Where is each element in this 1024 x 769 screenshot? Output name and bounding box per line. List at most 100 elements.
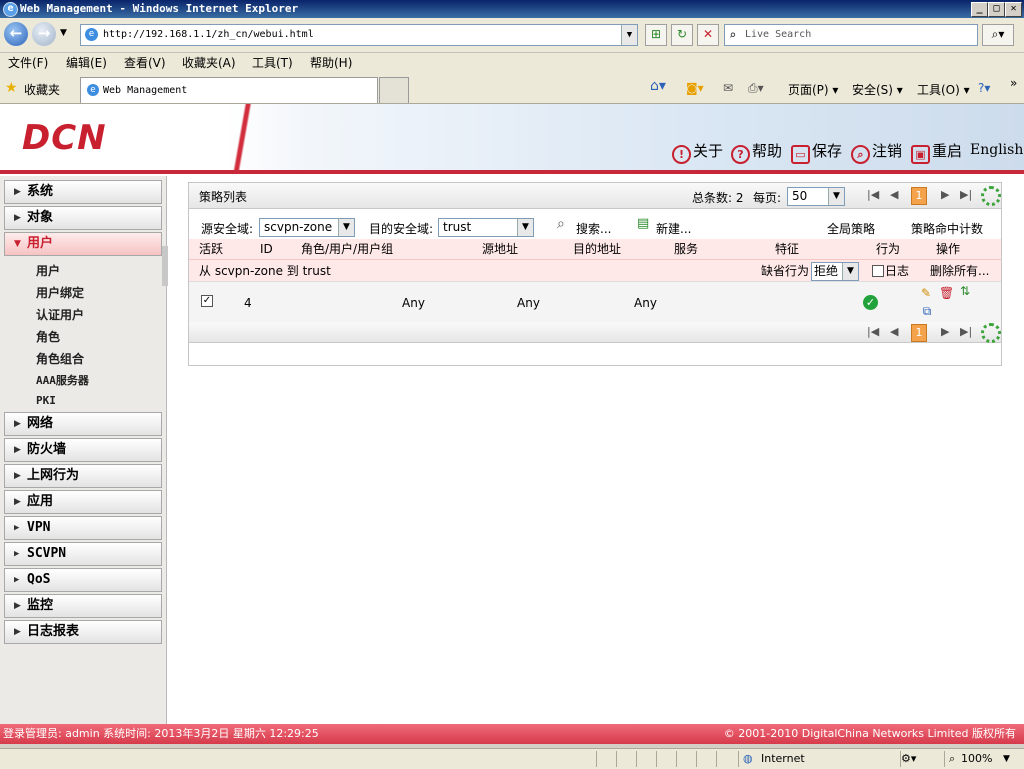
last-page-icon[interactable]: ▶|	[960, 325, 972, 338]
home-icon[interactable]: ⌂▾	[650, 78, 666, 94]
move-icon[interactable]: ⇅	[958, 284, 972, 298]
forward-button[interactable]: →	[32, 22, 56, 46]
sidebar-sub-pki[interactable]: PKI	[36, 394, 56, 407]
prev-page-icon[interactable]: ◀	[890, 325, 898, 338]
dst-zone-select[interactable]: trust ▼	[438, 218, 534, 237]
search-link[interactable]: 搜索...	[576, 220, 611, 237]
menu-view[interactable]: 查看(V)	[124, 53, 166, 73]
sidebar-item-log-report[interactable]: ▶ 日志报表	[4, 620, 162, 644]
per-page-label: 每页:	[753, 191, 782, 205]
total-count: 总条数: 2	[692, 191, 744, 205]
help-icon[interactable]: ?▾	[978, 81, 990, 95]
new-icon[interactable]: ▤	[637, 216, 649, 231]
search-icon[interactable]: ⌕	[557, 216, 565, 232]
feeds-icon[interactable]: ◙▾	[686, 81, 704, 95]
new-tab-button[interactable]	[379, 77, 409, 103]
next-page-icon[interactable]: ▶	[941, 188, 949, 201]
back-button[interactable]: ←	[4, 22, 28, 46]
default-action-select[interactable]: 拒绝 ▼	[811, 262, 859, 281]
per-page-select[interactable]: 50 ▼	[787, 187, 845, 206]
english-link[interactable]: English	[970, 142, 1023, 158]
stop-icon[interactable]: ✕	[697, 24, 719, 46]
overflow-chevron-icon[interactable]: »	[1010, 76, 1017, 90]
active-checkbox[interactable]: ✓	[201, 295, 213, 307]
favorites-label[interactable]: 收藏夹	[24, 81, 60, 98]
maximize-button[interactable]: □	[988, 2, 1005, 17]
minimize-button[interactable]: _	[971, 2, 988, 17]
page-menu-label: 页面(P)	[788, 83, 829, 97]
refresh-icon[interactable]: ↻	[671, 24, 693, 46]
sidebar-item-network[interactable]: ▶ 网络	[4, 412, 162, 436]
menu-help[interactable]: 帮助(H)	[310, 53, 352, 73]
sidebar-item-qos[interactable]: ▶ QoS	[4, 568, 162, 592]
sidebar-item-firewall[interactable]: ▶ 防火墙	[4, 438, 162, 462]
page-menu[interactable]: 页面(P) ▾	[788, 81, 838, 98]
sidebar-sub-role-combo[interactable]: 角色组合	[36, 350, 84, 367]
sidebar-item-label: SCVPN	[27, 546, 67, 561]
src-zone-select[interactable]: scvpn-zone ▼	[259, 218, 355, 237]
save-link[interactable]: ▭ 保存	[791, 140, 842, 164]
sidebar-item-object[interactable]: ▶ 对象	[4, 206, 162, 230]
hit-count-link[interactable]: 策略命中计数	[911, 220, 983, 237]
global-policy-link[interactable]: 全局策略	[827, 220, 875, 237]
zoom-control[interactable]: ⌕ 100% ▼	[944, 751, 1021, 767]
favorites-star-icon[interactable]: ★	[5, 80, 18, 96]
sidebar-item-system[interactable]: ▶ 系统	[4, 180, 162, 204]
sidebar-splitter[interactable]	[162, 246, 168, 286]
current-page[interactable]: 1	[911, 324, 927, 342]
first-page-icon[interactable]: |◀	[867, 188, 879, 201]
sidebar-item-scvpn[interactable]: ▶ SCVPN	[4, 542, 162, 566]
menu-favorites[interactable]: 收藏夹(A)	[182, 53, 236, 73]
logout-link[interactable]: ⌕ 注销	[851, 140, 902, 164]
sidebar-item-internet-behavior[interactable]: ▶ 上网行为	[4, 464, 162, 488]
reboot-link[interactable]: ▣ 重启	[911, 140, 962, 164]
sidebar-item-label: 用户	[27, 236, 54, 251]
next-page-icon[interactable]: ▶	[941, 325, 949, 338]
banner-red-line	[0, 170, 1024, 174]
delete-all-link[interactable]: 删除所有...	[930, 260, 989, 282]
history-dropdown-icon[interactable]: ▼	[60, 28, 67, 38]
tools-menu[interactable]: 工具(O) ▾	[917, 81, 970, 98]
current-page[interactable]: 1	[911, 187, 927, 205]
menu-edit[interactable]: 编辑(E)	[66, 53, 107, 73]
prev-page-icon[interactable]: ◀	[890, 188, 898, 201]
copy-icon[interactable]: ⧉	[920, 304, 934, 318]
close-window-button[interactable]: ✕	[1005, 2, 1022, 17]
mail-icon[interactable]: ✉	[723, 81, 733, 95]
browser-tab-active[interactable]: e Web Management	[80, 77, 378, 103]
sidebar-item-application[interactable]: ▶ 应用	[4, 490, 162, 514]
sidebar-item-monitor[interactable]: ▶ 监控	[4, 594, 162, 618]
page-icon: e	[85, 28, 98, 41]
first-page-icon[interactable]: |◀	[867, 325, 879, 338]
safety-menu-label: 安全(S)	[852, 83, 893, 97]
compat-view-icon[interactable]: ⊞	[645, 24, 667, 46]
live-search-input[interactable]: ⌕ Live Search	[724, 24, 978, 46]
table-row[interactable]: ✓ 4 Any Any Any ✓ ✎ 🗑 ⇅ ⧉	[189, 281, 1001, 323]
menu-tools[interactable]: 工具(T)	[252, 53, 293, 73]
help-link[interactable]: ? 帮助	[731, 140, 782, 164]
sidebar-sub-auth-user[interactable]: 认证用户	[36, 306, 84, 323]
sidebar-sub-role[interactable]: 角色	[36, 328, 60, 345]
new-link[interactable]: 新建...	[656, 220, 691, 237]
favorites-toolbar: ★ 收藏夹 e Web Management ⌂▾ ◙▾ ✉ ⎙▾ 页面(P) …	[0, 73, 1024, 104]
last-page-icon[interactable]: ▶|	[960, 188, 972, 201]
search-go-button[interactable]: ⌕▾	[982, 24, 1014, 46]
edit-icon[interactable]: ✎	[919, 286, 933, 300]
print-icon[interactable]: ⎙▾	[748, 81, 764, 96]
sidebar-sub-user-binding[interactable]: 用户绑定	[36, 284, 84, 301]
sidebar-item-vpn[interactable]: ▶ VPN	[4, 516, 162, 540]
delete-icon[interactable]: 🗑	[939, 286, 954, 300]
refresh-list-icon[interactable]	[981, 186, 1001, 206]
sidebar-sub-user[interactable]: 用户	[36, 262, 60, 279]
address-bar[interactable]: e http://192.168.1.1/zh_cn/webui.html ▼	[80, 24, 638, 46]
protected-mode-icon[interactable]: ⚙▾	[900, 751, 941, 767]
address-dropdown-icon[interactable]: ▼	[621, 25, 637, 45]
refresh-list-icon[interactable]	[981, 323, 1001, 343]
log-checkbox[interactable]	[872, 265, 884, 277]
menu-file[interactable]: 文件(F)	[8, 53, 48, 73]
sidebar-sub-aaa[interactable]: AAA服务器	[36, 372, 89, 388]
status-cell	[596, 751, 615, 767]
about-link[interactable]: ! 关于	[672, 140, 723, 164]
safety-menu[interactable]: 安全(S) ▾	[852, 81, 903, 98]
sidebar-item-user[interactable]: ▼ 用户	[4, 232, 162, 256]
